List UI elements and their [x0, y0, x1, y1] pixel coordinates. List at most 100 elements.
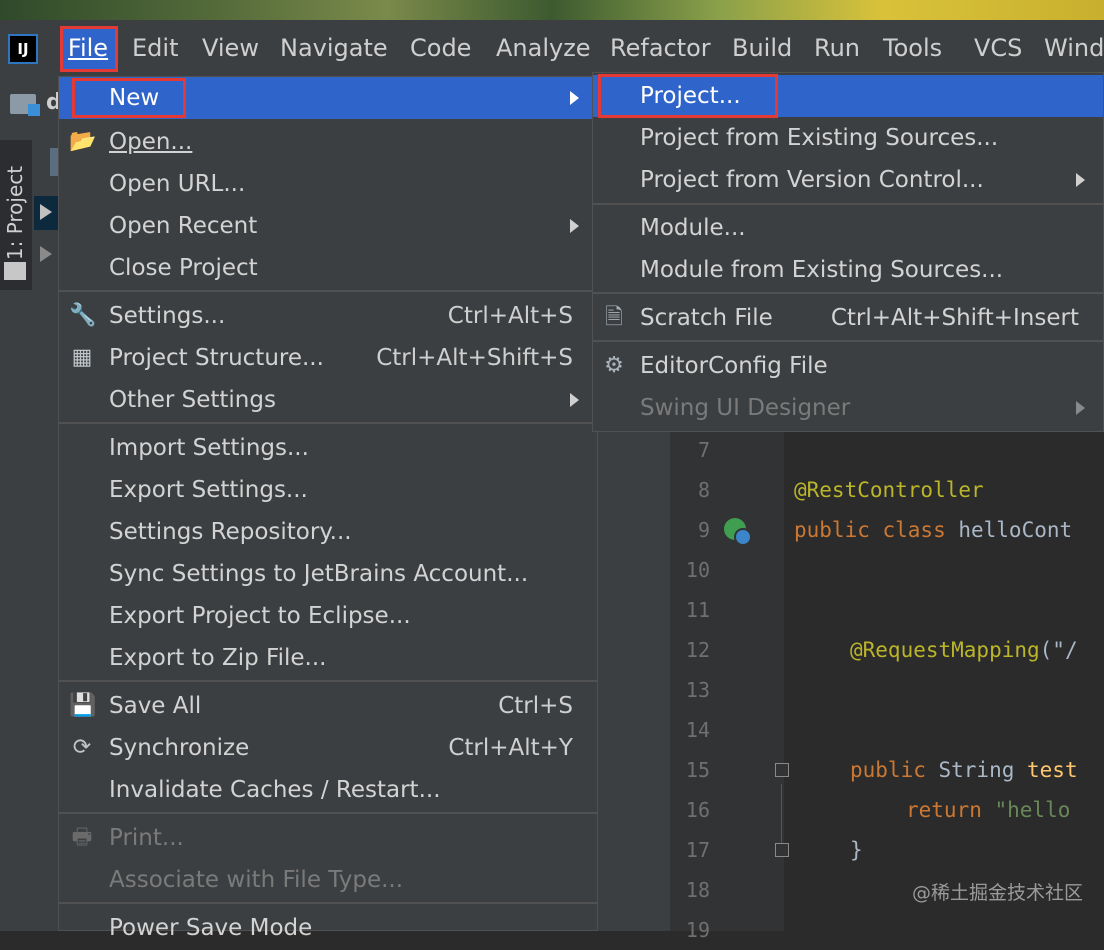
menu-code[interactable]: Code	[410, 26, 471, 70]
menu-item-close-project[interactable]: Close Project	[59, 247, 597, 289]
menu-item-print[interactable]: 🖶 Print...	[59, 817, 597, 859]
code-keyword: public	[850, 758, 926, 782]
open-folder-icon: 📂	[69, 129, 97, 154]
line-number: 18	[685, 878, 710, 902]
menu-run[interactable]: Run	[814, 26, 860, 70]
menu-item-label: Print...	[109, 825, 184, 851]
menu-item-label: Settings Repository...	[109, 519, 352, 545]
menu-item-label: Open...	[109, 129, 193, 155]
line-number: 19	[685, 918, 710, 942]
code-brace: }	[850, 838, 863, 862]
menu-analyze[interactable]: Analyze	[496, 26, 591, 70]
menu-item-project-structure[interactable]: ▦ Project Structure... Ctrl+Alt+Shift+S	[59, 337, 597, 379]
menu-item-label: Settings...	[109, 303, 226, 329]
menu-item-invalidate-caches[interactable]: Invalidate Caches / Restart...	[59, 769, 597, 811]
menu-item-export-zip[interactable]: Export to Zip File...	[59, 637, 597, 679]
line-number: 10	[685, 558, 710, 582]
submenu-item-module[interactable]: Module...	[593, 207, 1103, 249]
menu-item-label: Import Settings...	[109, 435, 309, 461]
menu-item-settings-repository[interactable]: Settings Repository...	[59, 511, 597, 553]
line-number: 14	[685, 718, 710, 742]
submenu-item-swing-designer[interactable]: Swing UI Designer	[593, 387, 1103, 429]
submenu-item-project-existing[interactable]: Project from Existing Sources...	[593, 117, 1103, 159]
menu-file[interactable]: File	[60, 26, 116, 70]
tree-expand-icon[interactable]	[40, 246, 52, 262]
menu-item-label: Module from Existing Sources...	[640, 257, 1004, 283]
line-number: 16	[685, 798, 710, 822]
submenu-item-project[interactable]: Project...	[593, 75, 1103, 117]
menu-item-open[interactable]: 📂 Open...	[59, 121, 597, 163]
menu-item-export-settings[interactable]: Export Settings...	[59, 469, 597, 511]
menu-item-sync-settings[interactable]: Sync Settings to JetBrains Account...	[59, 553, 597, 595]
folder-icon	[4, 262, 26, 280]
menu-build[interactable]: Build	[732, 26, 792, 70]
submenu-item-editorconfig[interactable]: ⚙ EditorConfig File	[593, 345, 1103, 387]
submenu-item-scratch-file[interactable]: 🗎 Scratch File Ctrl+Alt+Shift+Insert	[593, 297, 1103, 339]
menu-item-label: Open URL...	[109, 171, 246, 197]
submenu-arrow-icon	[1076, 401, 1085, 415]
code-class-name: helloCont	[945, 518, 1073, 542]
fold-icon[interactable]	[775, 763, 789, 777]
menu-item-save-all[interactable]: 💾 Save All Ctrl+S	[59, 685, 597, 727]
printer-icon: 🖶	[71, 825, 93, 850]
line-number: 8	[697, 478, 710, 502]
menu-tools[interactable]: Tools	[883, 26, 942, 70]
line-number: 17	[685, 838, 710, 862]
watermark: @稀土掘金技术社区	[912, 882, 1084, 904]
line-number: 9	[697, 518, 710, 542]
menu-refactor[interactable]: Refactor	[610, 26, 711, 70]
menu-item-label: Scratch File	[640, 305, 773, 331]
code-string: "hello	[981, 798, 1071, 822]
project-structure-icon: ▦	[71, 345, 93, 370]
menu-view[interactable]: View	[202, 26, 259, 70]
menu-item-other-settings[interactable]: Other Settings	[59, 379, 597, 421]
tree-expand-icon[interactable]	[40, 204, 52, 220]
menu-item-open-recent[interactable]: Open Recent	[59, 205, 597, 247]
menu-item-label: Synchronize	[109, 735, 250, 761]
gear-icon: ⚙	[604, 353, 624, 378]
menu-edit[interactable]: Edit	[132, 26, 178, 70]
menu-item-new[interactable]: New	[59, 77, 597, 119]
menu-item-synchronize[interactable]: ⟳ Synchronize Ctrl+Alt+Y	[59, 727, 597, 769]
line-number: 15	[685, 758, 710, 782]
line-number: 12	[685, 638, 710, 662]
submenu-item-project-vcs[interactable]: Project from Version Control...	[593, 159, 1103, 201]
menu-item-settings[interactable]: 🔧 Settings... Ctrl+Alt+S	[59, 295, 597, 337]
code-keyword: public class	[794, 518, 946, 542]
code-line: @RequestMapping("/	[850, 630, 1078, 670]
project-tool-label: 1: Project	[3, 165, 27, 261]
menu-item-label: Module...	[640, 215, 746, 241]
menu-item-power-save-mode[interactable]: Power Save Mode	[59, 907, 597, 949]
menu-item-import-settings[interactable]: Import Settings...	[59, 427, 597, 469]
menu-item-label: Other Settings	[109, 387, 276, 413]
menu-item-label: Save All	[109, 693, 202, 719]
menu-item-label: Project from Version Control...	[640, 167, 984, 193]
menu-item-label: Export Project to Eclipse...	[109, 603, 411, 629]
menu-item-label: Export Settings...	[109, 477, 308, 503]
menu-item-associate-file-type[interactable]: Associate with File Type...	[59, 859, 597, 901]
menu-item-label: Power Save Mode	[109, 915, 313, 941]
refresh-icon: ⟳	[72, 735, 92, 760]
fold-icon[interactable]	[775, 843, 789, 857]
menu-separator	[59, 290, 597, 292]
menu-vcs[interactable]: VCS	[974, 26, 1022, 70]
menu-window[interactable]: Wind	[1044, 26, 1104, 70]
code-annotation: @RestController	[794, 478, 984, 502]
code-method-name: test	[1027, 758, 1078, 782]
menu-item-export-eclipse[interactable]: Export Project to Eclipse...	[59, 595, 597, 637]
menu-item-label: Project from Existing Sources...	[640, 125, 999, 151]
menu-item-label: New	[109, 85, 160, 111]
intellij-logo-icon[interactable]: IJ	[8, 34, 38, 64]
menu-item-label: Export to Zip File...	[109, 645, 327, 671]
menu-item-open-url[interactable]: Open URL...	[59, 163, 597, 205]
code-line: return "hello	[906, 790, 1070, 830]
code-type: String	[925, 758, 1028, 782]
menu-item-shortcut: Ctrl+Alt+Y	[448, 735, 573, 761]
menu-item-label: Project...	[640, 83, 741, 109]
menu-item-shortcut: Ctrl+Alt+Shift+Insert	[830, 305, 1079, 331]
menu-navigate[interactable]: Navigate	[280, 26, 388, 70]
code-keyword: return	[906, 798, 982, 822]
wrench-icon: 🔧	[69, 303, 97, 328]
submenu-item-module-existing[interactable]: Module from Existing Sources...	[593, 249, 1103, 291]
submenu-arrow-icon	[1076, 173, 1085, 187]
